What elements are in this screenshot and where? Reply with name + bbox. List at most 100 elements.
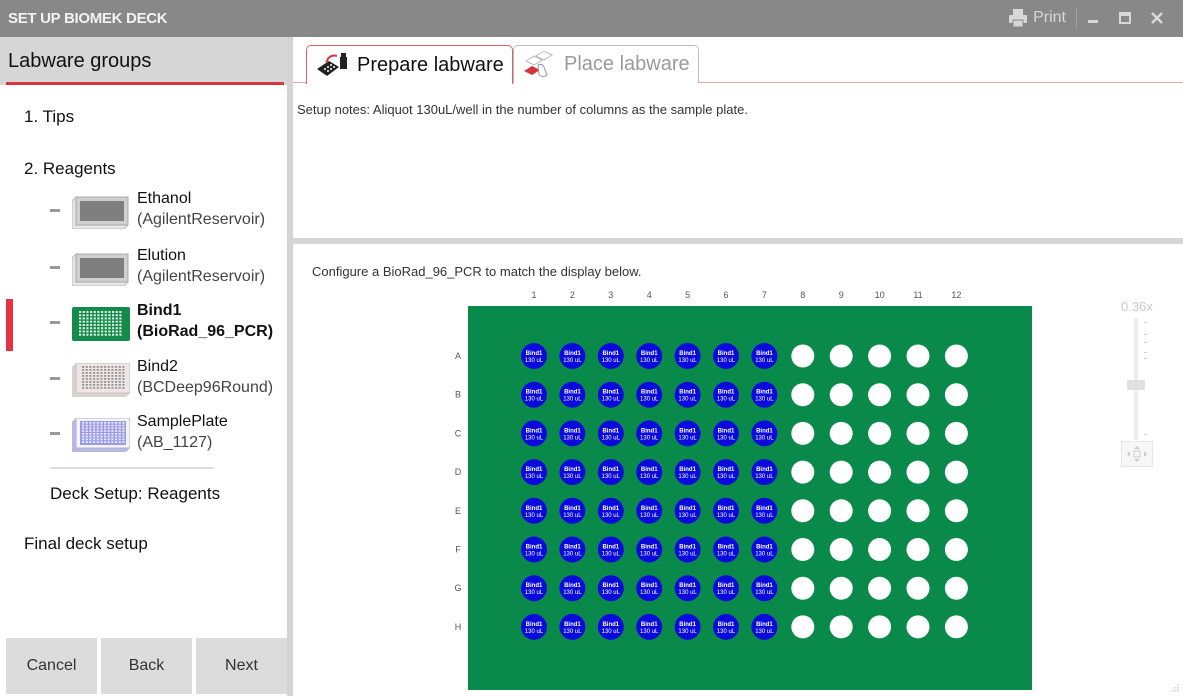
setup-notes-panel: Setup notes: Aliquot 130uL/well in the n… xyxy=(293,83,1183,238)
tab-label: Place labware xyxy=(564,53,690,75)
thumb-well xyxy=(104,330,107,333)
thumb-well xyxy=(101,311,104,313)
maximize-button[interactable] xyxy=(1109,7,1141,29)
thumb-well xyxy=(115,317,118,320)
thumb-well xyxy=(82,384,85,386)
empty-well[interactable] xyxy=(944,421,968,445)
thumb-well xyxy=(96,378,99,380)
empty-well[interactable] xyxy=(791,538,815,561)
empty-well[interactable] xyxy=(829,538,853,561)
empty-well[interactable] xyxy=(868,421,892,445)
well-volume: 130 uL xyxy=(640,629,659,635)
column-label: 6 xyxy=(723,290,728,300)
empty-well[interactable] xyxy=(906,499,930,523)
empty-well[interactable] xyxy=(944,383,968,407)
nav-item-final-deck-setup[interactable]: Final deck setup xyxy=(24,534,148,554)
empty-well[interactable] xyxy=(868,499,892,523)
thumb-well xyxy=(96,384,99,386)
well-label: Bind1 xyxy=(679,622,696,628)
empty-well[interactable] xyxy=(906,421,930,445)
empty-well[interactable] xyxy=(868,383,892,407)
thumb-well xyxy=(111,372,114,374)
empty-well[interactable] xyxy=(791,421,815,445)
thumb-well xyxy=(93,441,96,443)
tab-place-labware[interactable]: Place labware xyxy=(513,45,699,83)
well-label: Bind1 xyxy=(756,506,773,512)
thumb-well xyxy=(122,369,125,371)
empty-well[interactable] xyxy=(829,460,853,484)
empty-well[interactable] xyxy=(906,538,930,561)
well-label: Bind1 xyxy=(564,351,581,357)
back-button[interactable]: Back xyxy=(101,638,192,694)
thumb-well xyxy=(89,427,92,430)
reagent-item-ethanol[interactable]: Ethanol (AgilentReservoir) xyxy=(0,187,287,237)
zoom-slider-thumb[interactable] xyxy=(1127,380,1145,390)
next-button[interactable]: Next xyxy=(196,638,287,694)
cancel-button[interactable]: Cancel xyxy=(6,638,97,694)
reagent-name: Bind1 xyxy=(137,302,182,319)
nav-item-tips[interactable]: 1. Tips xyxy=(24,107,74,127)
empty-well[interactable] xyxy=(906,344,930,368)
thumb-well xyxy=(89,435,92,438)
empty-well[interactable] xyxy=(791,576,815,600)
empty-well[interactable] xyxy=(791,383,815,407)
reagent-item-bind2[interactable]: Bind2 (BCDeep96Round) xyxy=(0,355,287,405)
empty-well[interactable] xyxy=(829,421,853,445)
empty-well[interactable] xyxy=(868,538,892,561)
thumb-well xyxy=(111,433,114,435)
empty-well[interactable] xyxy=(906,460,930,484)
thumb-well xyxy=(79,320,82,323)
empty-well[interactable] xyxy=(791,344,815,368)
empty-well[interactable] xyxy=(906,576,930,600)
print-button[interactable]: Print xyxy=(1004,7,1077,29)
minimize-button[interactable] xyxy=(1077,7,1109,29)
thumb-well xyxy=(108,330,111,333)
reagent-item-sampleplate[interactable]: SamplePlate (AB_1127) xyxy=(0,410,287,460)
empty-well[interactable] xyxy=(791,499,815,523)
thumb-well xyxy=(97,330,100,333)
nav-item-deck-setup-reagents[interactable]: Deck Setup: Reagents xyxy=(50,484,220,504)
thumb-well xyxy=(100,435,103,438)
well-volume: 130 uL xyxy=(755,552,774,558)
empty-well[interactable] xyxy=(829,499,853,523)
well-label: Bind1 xyxy=(526,351,543,357)
well-label: Bind1 xyxy=(756,351,773,357)
thumb-well xyxy=(93,427,96,430)
empty-well[interactable] xyxy=(868,615,892,639)
thumb-well xyxy=(122,375,125,377)
empty-well[interactable] xyxy=(944,344,968,368)
empty-well[interactable] xyxy=(944,460,968,484)
empty-well[interactable] xyxy=(829,576,853,600)
empty-well[interactable] xyxy=(829,383,853,407)
thumb-well xyxy=(85,424,88,427)
resize-grip-icon[interactable] xyxy=(1171,684,1179,692)
empty-well[interactable] xyxy=(906,383,930,407)
empty-well[interactable] xyxy=(829,615,853,639)
empty-well[interactable] xyxy=(944,538,968,561)
nav-item-reagents[interactable]: 2. Reagents xyxy=(24,159,116,179)
empty-well[interactable] xyxy=(944,499,968,523)
thumb-well xyxy=(119,311,122,313)
well-label: Bind1 xyxy=(602,351,619,357)
empty-well[interactable] xyxy=(906,615,930,639)
thumb-well xyxy=(96,433,99,435)
title-bar: SET UP BIOMEK DECK Print xyxy=(0,0,1183,37)
well-volume: 130 uL xyxy=(563,629,582,635)
empty-well[interactable] xyxy=(829,344,853,368)
tab-prepare-labware[interactable]: Prepare labware xyxy=(306,45,513,84)
reagent-item-elution[interactable]: Elution (AgilentReservoir) xyxy=(0,244,287,294)
empty-well[interactable] xyxy=(791,460,815,484)
empty-well[interactable] xyxy=(868,344,892,368)
thumb-well xyxy=(96,366,99,368)
thumb-well xyxy=(100,441,103,443)
empty-well[interactable] xyxy=(868,576,892,600)
zoom-slider-track[interactable] xyxy=(1134,318,1138,440)
empty-well[interactable] xyxy=(791,615,815,639)
well-volume: 130 uL xyxy=(640,513,659,519)
reagent-item-bind1[interactable]: Bind1 (BioRad_96_PCR) xyxy=(0,299,287,349)
empty-well[interactable] xyxy=(944,615,968,639)
empty-well[interactable] xyxy=(868,460,892,484)
empty-well[interactable] xyxy=(944,576,968,600)
close-button[interactable] xyxy=(1141,7,1173,29)
pan-button[interactable] xyxy=(1121,441,1153,467)
